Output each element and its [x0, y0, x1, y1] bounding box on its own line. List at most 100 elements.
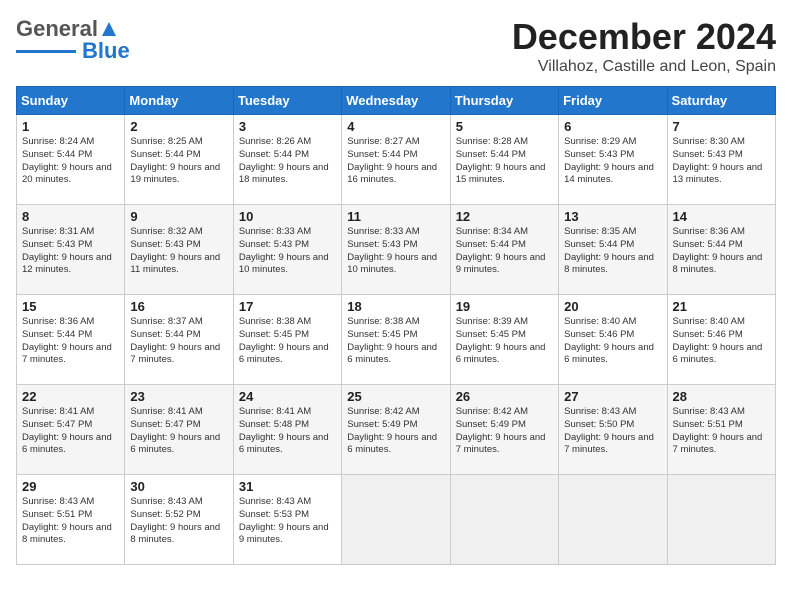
day-number: 28 — [673, 389, 770, 404]
calendar-cell — [559, 475, 667, 565]
day-info: Sunrise: 8:31 AM Sunset: 5:43 PM Dayligh… — [22, 226, 119, 277]
calendar-cell: 29 Sunrise: 8:43 AM Sunset: 5:51 PM Dayli… — [17, 475, 125, 565]
calendar-cell: 6Sunrise: 8:29 AM Sunset: 5:43 PM Daylig… — [559, 115, 667, 205]
calendar-cell: 4 Sunrise: 8:27 AM Sunset: 5:44 PM Daylig… — [342, 115, 450, 205]
day-info: Sunrise: 8:38 AM Sunset: 5:45 PM Dayligh… — [347, 316, 444, 367]
calendar-cell: 7 Sunrise: 8:30 AM Sunset: 5:43 PM Daylig… — [667, 115, 775, 205]
day-info: Sunrise: 8:43 AM Sunset: 5:53 PM Dayligh… — [239, 496, 336, 547]
logo-underline — [16, 50, 76, 53]
day-number: 2 — [130, 119, 227, 134]
calendar-week-3: 15 Sunrise: 8:36 AM Sunset: 5:44 PM Dayli… — [17, 295, 776, 385]
logo: General Blue — [16, 16, 130, 64]
day-header-saturday: Saturday — [667, 87, 775, 115]
day-info: Sunrise: 8:43 AM Sunset: 5:52 PM Dayligh… — [130, 496, 227, 547]
day-info: Sunrise: 8:34 AM Sunset: 5:44 PM Dayligh… — [456, 226, 553, 277]
calendar-cell: 31 Sunrise: 8:43 AM Sunset: 5:53 PM Dayli… — [233, 475, 341, 565]
day-number: 20 — [564, 299, 661, 314]
day-number: 17 — [239, 299, 336, 314]
day-info: Sunrise: 8:36 AM Sunset: 5:44 PM Dayligh… — [22, 316, 119, 367]
calendar-header-row: SundayMondayTuesdayWednesdayThursdayFrid… — [17, 87, 776, 115]
day-header-friday: Friday — [559, 87, 667, 115]
day-info: Sunrise: 8:32 AM Sunset: 5:43 PM Dayligh… — [130, 226, 227, 277]
calendar-cell — [342, 475, 450, 565]
calendar-week-2: 8 Sunrise: 8:31 AM Sunset: 5:43 PM Daylig… — [17, 205, 776, 295]
day-info: Sunrise: 8:28 AM Sunset: 5:44 PM Dayligh… — [456, 136, 553, 187]
day-info: Sunrise: 8:35 AM Sunset: 5:44 PM Dayligh… — [564, 226, 661, 277]
calendar-cell: 5Sunrise: 8:28 AM Sunset: 5:44 PM Daylig… — [450, 115, 558, 205]
day-info: Sunrise: 8:43 AM Sunset: 5:51 PM Dayligh… — [673, 406, 770, 457]
calendar-cell: 15 Sunrise: 8:36 AM Sunset: 5:44 PM Dayli… — [17, 295, 125, 385]
calendar-cell: 16Sunrise: 8:37 AM Sunset: 5:44 PM Dayli… — [125, 295, 233, 385]
day-info: Sunrise: 8:41 AM Sunset: 5:47 PM Dayligh… — [130, 406, 227, 457]
day-number: 15 — [22, 299, 119, 314]
logo-icon — [100, 20, 118, 38]
calendar-cell: 21Sunrise: 8:40 AM Sunset: 5:46 PM Dayli… — [667, 295, 775, 385]
day-number: 4 — [347, 119, 444, 134]
day-info: Sunrise: 8:33 AM Sunset: 5:43 PM Dayligh… — [347, 226, 444, 277]
calendar-week-5: 29 Sunrise: 8:43 AM Sunset: 5:51 PM Dayli… — [17, 475, 776, 565]
day-info: Sunrise: 8:41 AM Sunset: 5:48 PM Dayligh… — [239, 406, 336, 457]
day-number: 22 — [22, 389, 119, 404]
day-number: 14 — [673, 209, 770, 224]
day-info: Sunrise: 8:39 AM Sunset: 5:45 PM Dayligh… — [456, 316, 553, 367]
calendar-cell: 30 Sunrise: 8:43 AM Sunset: 5:52 PM Dayli… — [125, 475, 233, 565]
day-info: Sunrise: 8:38 AM Sunset: 5:45 PM Dayligh… — [239, 316, 336, 367]
page-header: General Blue December 2024 Villahoz, Cas… — [16, 16, 776, 76]
day-number: 8 — [22, 209, 119, 224]
calendar-cell: 20 Sunrise: 8:40 AM Sunset: 5:46 PM Dayli… — [559, 295, 667, 385]
day-info: Sunrise: 8:40 AM Sunset: 5:46 PM Dayligh… — [564, 316, 661, 367]
calendar-cell: 2 Sunrise: 8:25 AM Sunset: 5:44 PM Daylig… — [125, 115, 233, 205]
day-number: 11 — [347, 209, 444, 224]
day-number: 23 — [130, 389, 227, 404]
day-header-sunday: Sunday — [17, 87, 125, 115]
day-number: 19 — [456, 299, 553, 314]
day-info: Sunrise: 8:43 AM Sunset: 5:50 PM Dayligh… — [564, 406, 661, 457]
location: Villahoz, Castille and Leon, Spain — [512, 58, 776, 76]
day-info: Sunrise: 8:43 AM Sunset: 5:51 PM Dayligh… — [22, 496, 119, 547]
day-number: 9 — [130, 209, 227, 224]
calendar-cell: 9 Sunrise: 8:32 AM Sunset: 5:43 PM Daylig… — [125, 205, 233, 295]
calendar-cell: 17 Sunrise: 8:38 AM Sunset: 5:45 PM Dayli… — [233, 295, 341, 385]
calendar-cell: 24 Sunrise: 8:41 AM Sunset: 5:48 PM Dayli… — [233, 385, 341, 475]
day-number: 25 — [347, 389, 444, 404]
day-number: 12 — [456, 209, 553, 224]
calendar-cell: 26Sunrise: 8:42 AM Sunset: 5:49 PM Dayli… — [450, 385, 558, 475]
day-info: Sunrise: 8:27 AM Sunset: 5:44 PM Dayligh… — [347, 136, 444, 187]
calendar-cell: 1Sunrise: 8:24 AM Sunset: 5:44 PM Daylig… — [17, 115, 125, 205]
month-title: December 2024 — [512, 16, 776, 58]
calendar-cell: 25 Sunrise: 8:42 AM Sunset: 5:49 PM Dayli… — [342, 385, 450, 475]
day-number: 29 — [22, 479, 119, 494]
calendar-cell: 13Sunrise: 8:35 AM Sunset: 5:44 PM Dayli… — [559, 205, 667, 295]
calendar-cell: 3Sunrise: 8:26 AM Sunset: 5:44 PM Daylig… — [233, 115, 341, 205]
day-header-monday: Monday — [125, 87, 233, 115]
day-info: Sunrise: 8:25 AM Sunset: 5:44 PM Dayligh… — [130, 136, 227, 187]
day-number: 31 — [239, 479, 336, 494]
calendar-cell: 10Sunrise: 8:33 AM Sunset: 5:43 PM Dayli… — [233, 205, 341, 295]
day-number: 18 — [347, 299, 444, 314]
calendar-cell: 28 Sunrise: 8:43 AM Sunset: 5:51 PM Dayli… — [667, 385, 775, 475]
day-header-tuesday: Tuesday — [233, 87, 341, 115]
calendar-cell: 18 Sunrise: 8:38 AM Sunset: 5:45 PM Dayli… — [342, 295, 450, 385]
day-number: 6 — [564, 119, 661, 134]
calendar-table: SundayMondayTuesdayWednesdayThursdayFrid… — [16, 86, 776, 565]
day-info: Sunrise: 8:42 AM Sunset: 5:49 PM Dayligh… — [347, 406, 444, 457]
day-number: 16 — [130, 299, 227, 314]
calendar-week-1: 1Sunrise: 8:24 AM Sunset: 5:44 PM Daylig… — [17, 115, 776, 205]
day-info: Sunrise: 8:41 AM Sunset: 5:47 PM Dayligh… — [22, 406, 119, 457]
day-number: 27 — [564, 389, 661, 404]
calendar-cell: 14 Sunrise: 8:36 AM Sunset: 5:44 PM Dayli… — [667, 205, 775, 295]
day-number: 24 — [239, 389, 336, 404]
calendar-cell: 23 Sunrise: 8:41 AM Sunset: 5:47 PM Dayli… — [125, 385, 233, 475]
day-number: 26 — [456, 389, 553, 404]
day-header-thursday: Thursday — [450, 87, 558, 115]
calendar-cell: 8 Sunrise: 8:31 AM Sunset: 5:43 PM Daylig… — [17, 205, 125, 295]
day-info: Sunrise: 8:24 AM Sunset: 5:44 PM Dayligh… — [22, 136, 119, 187]
calendar-cell: 27 Sunrise: 8:43 AM Sunset: 5:50 PM Dayli… — [559, 385, 667, 475]
day-info: Sunrise: 8:36 AM Sunset: 5:44 PM Dayligh… — [673, 226, 770, 277]
day-info: Sunrise: 8:30 AM Sunset: 5:43 PM Dayligh… — [673, 136, 770, 187]
day-number: 10 — [239, 209, 336, 224]
day-number: 30 — [130, 479, 227, 494]
day-info: Sunrise: 8:26 AM Sunset: 5:44 PM Dayligh… — [239, 136, 336, 187]
day-number: 7 — [673, 119, 770, 134]
logo-blue: Blue — [82, 38, 130, 64]
